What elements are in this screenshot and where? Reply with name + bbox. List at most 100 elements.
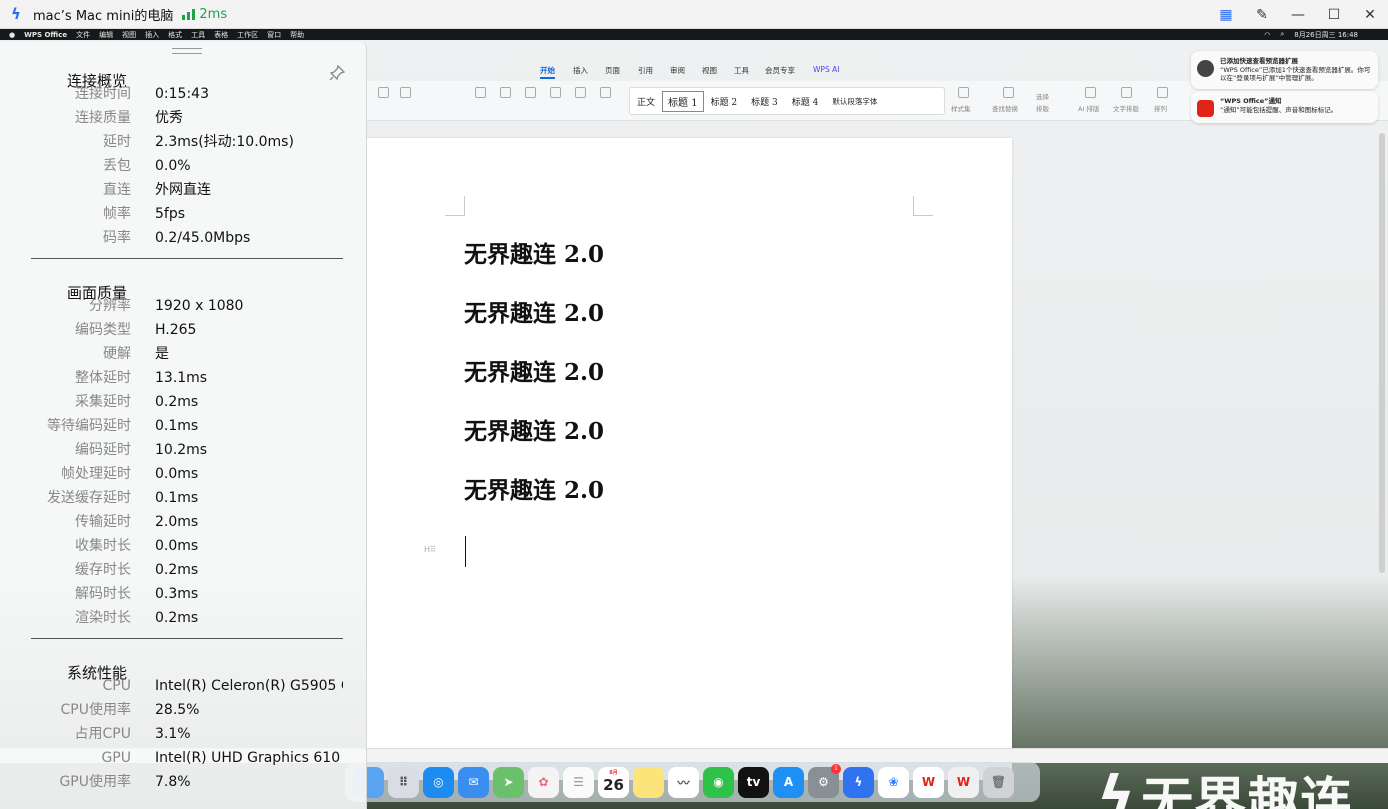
tab-view[interactable]: 视图 xyxy=(702,65,717,76)
wechat-icon[interactable]: ◉ xyxy=(703,766,734,798)
launchpad-icon[interactable]: ⠿ xyxy=(388,766,419,798)
paragraph-handle-icon[interactable]: H⠿ xyxy=(424,545,436,554)
maps-icon[interactable]: ➤ xyxy=(493,766,524,798)
app-logo-icon: ϟ xyxy=(11,5,21,23)
borders-icon[interactable] xyxy=(600,87,611,98)
menu-view[interactable]: 视图 xyxy=(122,30,136,40)
style-heading-2[interactable]: 标题 2 xyxy=(704,95,745,108)
find-replace-icon[interactable] xyxy=(1003,87,1014,98)
font-color-icon[interactable] xyxy=(378,87,389,98)
search-icon[interactable]: ⌕ xyxy=(1280,30,1284,39)
minimize-button[interactable]: — xyxy=(1280,0,1316,29)
freeform-icon[interactable]: 〰 xyxy=(668,766,699,798)
system-settings-icon[interactable]: ⚙ 1 xyxy=(808,763,841,798)
highlight-icon[interactable] xyxy=(400,87,411,98)
style-heading-4[interactable]: 标题 4 xyxy=(785,95,826,108)
style-heading-1[interactable]: 标题 1 xyxy=(662,90,704,112)
ai-layout-label[interactable]: AI 排版 xyxy=(1078,103,1099,113)
stats-key: 整体延时 xyxy=(75,370,131,386)
style-normal[interactable]: 正文 xyxy=(630,95,662,108)
find-replace-label[interactable]: 查找替换 xyxy=(992,103,1018,113)
style-set-icon[interactable] xyxy=(958,87,969,98)
wps-office-icon[interactable]: W xyxy=(913,766,944,798)
stats-value: 0.1ms xyxy=(155,418,199,434)
apple-icon[interactable]: ● xyxy=(9,31,15,39)
tab-tools[interactable]: 工具 xyxy=(734,65,749,76)
menu-table[interactable]: 表格 xyxy=(214,30,228,40)
align-center-icon[interactable] xyxy=(500,87,511,98)
wps-doc-icon[interactable]: W xyxy=(948,766,979,798)
stats-value: 0.3ms xyxy=(155,586,199,602)
stats-row: GPU使用率 7.8% xyxy=(0,770,366,794)
line-spacing-icon[interactable] xyxy=(575,87,586,98)
stats-row: 编码类型 H.265 xyxy=(0,318,366,342)
tab-wps-ai[interactable]: WPS AI xyxy=(813,65,839,74)
teams-app-icon[interactable]: ❀ xyxy=(878,766,909,798)
drag-grip-icon[interactable] xyxy=(172,48,202,54)
tab-insert[interactable]: 插入 xyxy=(573,65,588,76)
stats-key: 连接时间 xyxy=(75,86,131,102)
heading-line[interactable]: 无界趣连 2.0 xyxy=(464,417,604,476)
trash-icon[interactable]: 🗑 xyxy=(983,766,1014,798)
select-label[interactable]: 选择 xyxy=(1036,91,1049,101)
heading-line[interactable]: 无界趣连 2.0 xyxy=(464,358,604,417)
justify-icon[interactable] xyxy=(550,87,561,98)
style-default-font[interactable]: 默认段落字体 xyxy=(825,96,884,107)
heading-line[interactable]: 无界趣连 2.0 xyxy=(464,299,604,358)
tab-member[interactable]: 会员专享 xyxy=(765,65,795,76)
text-layout-label[interactable]: 文字排版 xyxy=(1113,103,1139,113)
app-store-icon[interactable]: A xyxy=(773,766,804,798)
grid-icon[interactable]: ▦ xyxy=(1208,0,1244,29)
stats-key: 编码类型 xyxy=(75,322,131,338)
layout-label[interactable]: 排版 xyxy=(1036,103,1049,113)
arrange-icon[interactable] xyxy=(1157,87,1168,98)
tab-home[interactable]: 开始 xyxy=(540,65,555,79)
menu-help[interactable]: 帮助 xyxy=(290,30,304,40)
notification-extension[interactable]: 已添加快速查看预览器扩展 “WPS Office”已添加1个快速查看预览器扩展。你… xyxy=(1191,51,1378,89)
style-set-label[interactable]: 样式集 xyxy=(951,103,971,113)
text-layout-icon[interactable] xyxy=(1121,87,1132,98)
menu-format[interactable]: 格式 xyxy=(168,30,182,40)
mail-icon[interactable]: ✉ xyxy=(458,766,489,798)
align-right-icon[interactable] xyxy=(525,87,536,98)
edit-icon[interactable]: ✎ xyxy=(1244,0,1280,29)
stats-key: 编码延时 xyxy=(75,442,131,458)
wps-app-icon xyxy=(1197,100,1214,117)
photos-icon[interactable]: ✿ xyxy=(528,766,559,798)
heading-line[interactable]: 无界趣连 2.0 xyxy=(464,476,604,535)
reminders-icon[interactable]: ☰ xyxy=(563,766,594,798)
menu-wps[interactable]: WPS Office xyxy=(24,31,67,39)
preview-extension-icon xyxy=(1197,60,1214,77)
menu-file[interactable]: 文件 xyxy=(76,30,90,40)
arrange-label[interactable]: 排列 xyxy=(1154,103,1167,113)
heading-line[interactable]: 无界趣连 2.0 xyxy=(464,240,604,299)
tab-page[interactable]: 页面 xyxy=(605,65,620,76)
safari-icon[interactable]: ◎ xyxy=(423,766,454,798)
stats-key: 直连 xyxy=(103,182,131,198)
align-left-icon[interactable] xyxy=(475,87,486,98)
vertical-scrollbar[interactable] xyxy=(1379,133,1385,573)
calendar-icon[interactable]: 8月 26 xyxy=(598,766,629,798)
document-page[interactable]: 无界趣连 2.0 无界趣连 2.0 无界趣连 2.0 无界趣连 2.0 无界趣连… xyxy=(367,138,1012,780)
menu-edit[interactable]: 编辑 xyxy=(99,30,113,40)
notification-body: “WPS Office”已添加1个快速查看预览器扩展。你可以在“登录项与扩展”中… xyxy=(1220,65,1371,83)
menu-window[interactable]: 窗口 xyxy=(267,30,281,40)
pin-icon[interactable] xyxy=(328,64,346,82)
notification-wps[interactable]: “WPS Office”通知 “通知”可能包括提醒、声音和图标标记。 xyxy=(1191,91,1378,123)
stats-row: 收集时长 0.0ms xyxy=(0,534,366,558)
tab-review[interactable]: 审阅 xyxy=(670,65,685,76)
wifi-icon[interactable]: ◠ xyxy=(1264,31,1270,39)
style-heading-3[interactable]: 标题 3 xyxy=(744,95,785,108)
close-button[interactable]: ✕ xyxy=(1352,0,1388,29)
apple-tv-icon[interactable]: tv xyxy=(738,766,769,798)
notes-icon[interactable] xyxy=(633,766,664,798)
menu-workspace[interactable]: 工作区 xyxy=(237,30,258,40)
ai-layout-icon[interactable] xyxy=(1085,87,1096,98)
menu-insert[interactable]: 插入 xyxy=(145,30,159,40)
host-titlebar: ϟ mac’s Mac mini的电脑 2ms ▦ ✎ — ☐ ✕ xyxy=(0,0,1388,29)
menubar-clock[interactable]: 8月26日周三 16:48 xyxy=(1294,30,1358,40)
tab-references[interactable]: 引用 xyxy=(638,65,653,76)
remote-app-icon[interactable]: ϟ xyxy=(843,766,874,798)
maximize-button[interactable]: ☐ xyxy=(1316,0,1352,29)
menu-tools[interactable]: 工具 xyxy=(191,30,205,40)
